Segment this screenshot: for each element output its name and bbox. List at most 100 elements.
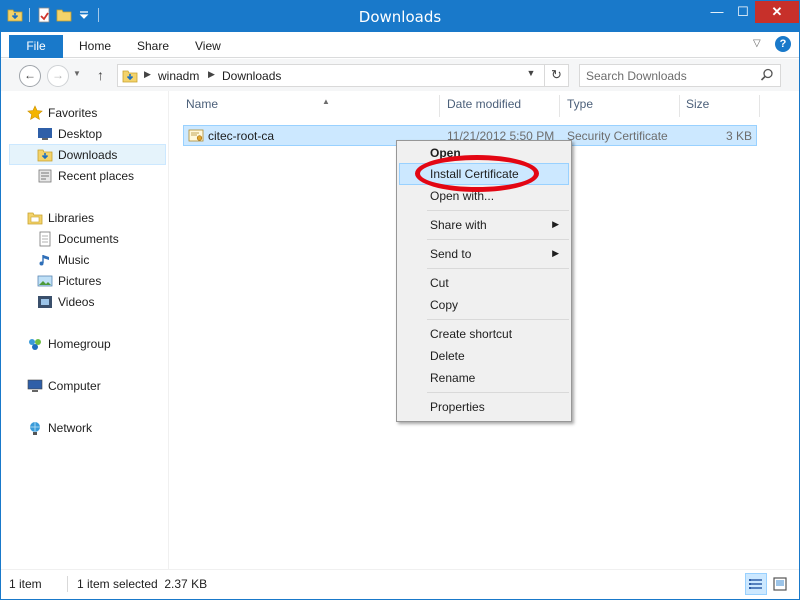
menu-item-send-to[interactable]: Send to ▶: [399, 243, 569, 265]
up-button[interactable]: ↑: [97, 67, 104, 83]
nav-libraries[interactable]: Libraries: [27, 208, 94, 228]
nav-pictures[interactable]: Pictures: [37, 271, 101, 291]
sort-ascending-icon: ▲: [322, 97, 330, 106]
nav-desktop-label: Desktop: [58, 127, 103, 141]
menu-separator: [427, 319, 569, 320]
column-header-size[interactable]: Size: [686, 97, 709, 119]
nav-desktop[interactable]: Desktop: [37, 124, 102, 144]
menu-item-properties-label: Properties: [430, 400, 485, 414]
column-divider[interactable]: [679, 95, 680, 117]
status-selection: 1 item selected 2.37 KB: [77, 577, 208, 591]
tab-home[interactable]: Home: [79, 39, 111, 53]
ribbon-tabs: File Home Share View ▽ ?: [1, 32, 799, 58]
nav-videos-label: Videos: [58, 295, 95, 309]
tab-file[interactable]: File: [9, 35, 63, 58]
menu-item-properties[interactable]: Properties: [399, 396, 569, 418]
status-divider: [67, 576, 68, 592]
tab-share[interactable]: Share: [137, 39, 169, 53]
details-view-button[interactable]: [745, 573, 767, 595]
menu-item-delete[interactable]: Delete: [399, 345, 569, 367]
nav-documents[interactable]: Documents: [37, 229, 119, 249]
menu-item-cut[interactable]: Cut: [399, 272, 569, 294]
downloads-folder-icon: [37, 149, 53, 161]
menu-item-delete-label: Delete: [430, 349, 465, 363]
nav-homegroup[interactable]: Homegroup: [27, 334, 111, 354]
computer-icon: [27, 379, 43, 392]
nav-homegroup-label: Homegroup: [48, 337, 111, 351]
nav-computer[interactable]: Computer: [27, 376, 101, 396]
breadcrumb-separator-icon[interactable]: ▶: [144, 69, 151, 80]
navigation-bar: ← → ▼ ↑ ▶ winadm ▶ Downloads ▼ ↻: [1, 59, 799, 91]
nav-favorites[interactable]: Favorites: [27, 103, 97, 123]
address-bar[interactable]: ▶ winadm ▶ Downloads ▼ ↻: [117, 64, 569, 87]
back-button[interactable]: ←: [19, 65, 41, 87]
tab-view[interactable]: View: [195, 39, 221, 53]
forward-button[interactable]: →: [47, 65, 69, 87]
search-input[interactable]: [586, 68, 756, 84]
menu-item-create-shortcut[interactable]: Create shortcut: [399, 323, 569, 345]
nav-network-label: Network: [48, 421, 93, 435]
videos-icon: [38, 296, 52, 308]
nav-computer-label: Computer: [48, 379, 101, 393]
breadcrumb-downloads[interactable]: Downloads: [222, 69, 281, 83]
column-divider[interactable]: [439, 95, 440, 117]
maximize-button[interactable]: ☐: [729, 1, 757, 23]
menu-separator: [427, 239, 569, 240]
window-title: Downloads: [358, 8, 442, 26]
menu-separator: [427, 392, 569, 393]
column-name-label: Name: [186, 97, 219, 111]
nav-downloads[interactable]: Downloads: [9, 144, 166, 165]
large-icons-view-icon: [773, 577, 787, 591]
expand-ribbon-icon[interactable]: ▽: [753, 38, 761, 49]
homegroup-icon: [29, 339, 41, 350]
help-button[interactable]: ?: [775, 36, 791, 52]
search-box: [579, 64, 781, 87]
column-divider[interactable]: [759, 95, 760, 117]
nav-recent-places[interactable]: Recent places: [37, 166, 134, 186]
status-bar: 1 item 1 item selected 2.37 KB: [1, 569, 799, 599]
nav-libraries-label: Libraries: [48, 211, 95, 225]
submenu-arrow-icon: ▶: [552, 219, 559, 229]
column-header-name[interactable]: Name ▲: [186, 97, 330, 119]
nav-music[interactable]: Music: [37, 250, 89, 270]
nav-recent-places-label: Recent places: [58, 169, 135, 183]
menu-item-share-with[interactable]: Share with ▶: [399, 214, 569, 236]
star-icon: [27, 105, 43, 121]
close-button[interactable]: ✕: [755, 1, 799, 23]
address-dropdown-icon[interactable]: ▼: [524, 68, 538, 78]
file-name[interactable]: citec-root-ca: [208, 129, 274, 143]
nav-videos[interactable]: Videos: [37, 292, 94, 312]
menu-item-create-shortcut-label: Create shortcut: [430, 327, 513, 341]
libraries-icon: [27, 212, 43, 225]
column-divider[interactable]: [559, 95, 560, 117]
nav-downloads-label: Downloads: [58, 147, 118, 162]
search-icon[interactable]: [760, 68, 774, 82]
nav-favorites-label: Favorites: [48, 106, 98, 120]
folder-down-icon: [122, 70, 138, 83]
menu-item-copy[interactable]: Copy: [399, 294, 569, 316]
large-icons-view-button[interactable]: [769, 573, 791, 595]
column-header-type[interactable]: Type: [567, 97, 593, 119]
menu-item-rename-label: Rename: [430, 371, 476, 385]
network-icon: [30, 422, 40, 435]
nav-music-label: Music: [58, 253, 90, 267]
title-bar[interactable]: Downloads — ☐ ✕: [1, 1, 799, 32]
documents-icon: [39, 231, 51, 247]
nav-documents-label: Documents: [58, 232, 119, 246]
nav-pictures-label: Pictures: [58, 274, 102, 288]
nav-network[interactable]: Network: [27, 418, 92, 438]
minimize-button[interactable]: —: [703, 1, 731, 23]
file-type: Security Certificate: [567, 129, 668, 143]
recent-locations-icon[interactable]: ▼: [73, 69, 81, 78]
menu-item-rename[interactable]: Rename: [399, 367, 569, 389]
menu-item-share-with-label: Share with: [430, 218, 487, 232]
submenu-arrow-icon: ▶: [552, 248, 559, 258]
breadcrumb-separator-icon[interactable]: ▶: [208, 69, 215, 80]
menu-separator: [427, 210, 569, 211]
menu-item-cut-label: Cut: [430, 276, 449, 290]
column-header-date[interactable]: Date modified: [447, 97, 521, 119]
breadcrumb-winadm[interactable]: winadm: [158, 69, 199, 83]
file-size: 3 KB: [725, 129, 752, 143]
menu-item-copy-label: Copy: [430, 298, 459, 312]
refresh-button[interactable]: ↻: [544, 65, 568, 86]
